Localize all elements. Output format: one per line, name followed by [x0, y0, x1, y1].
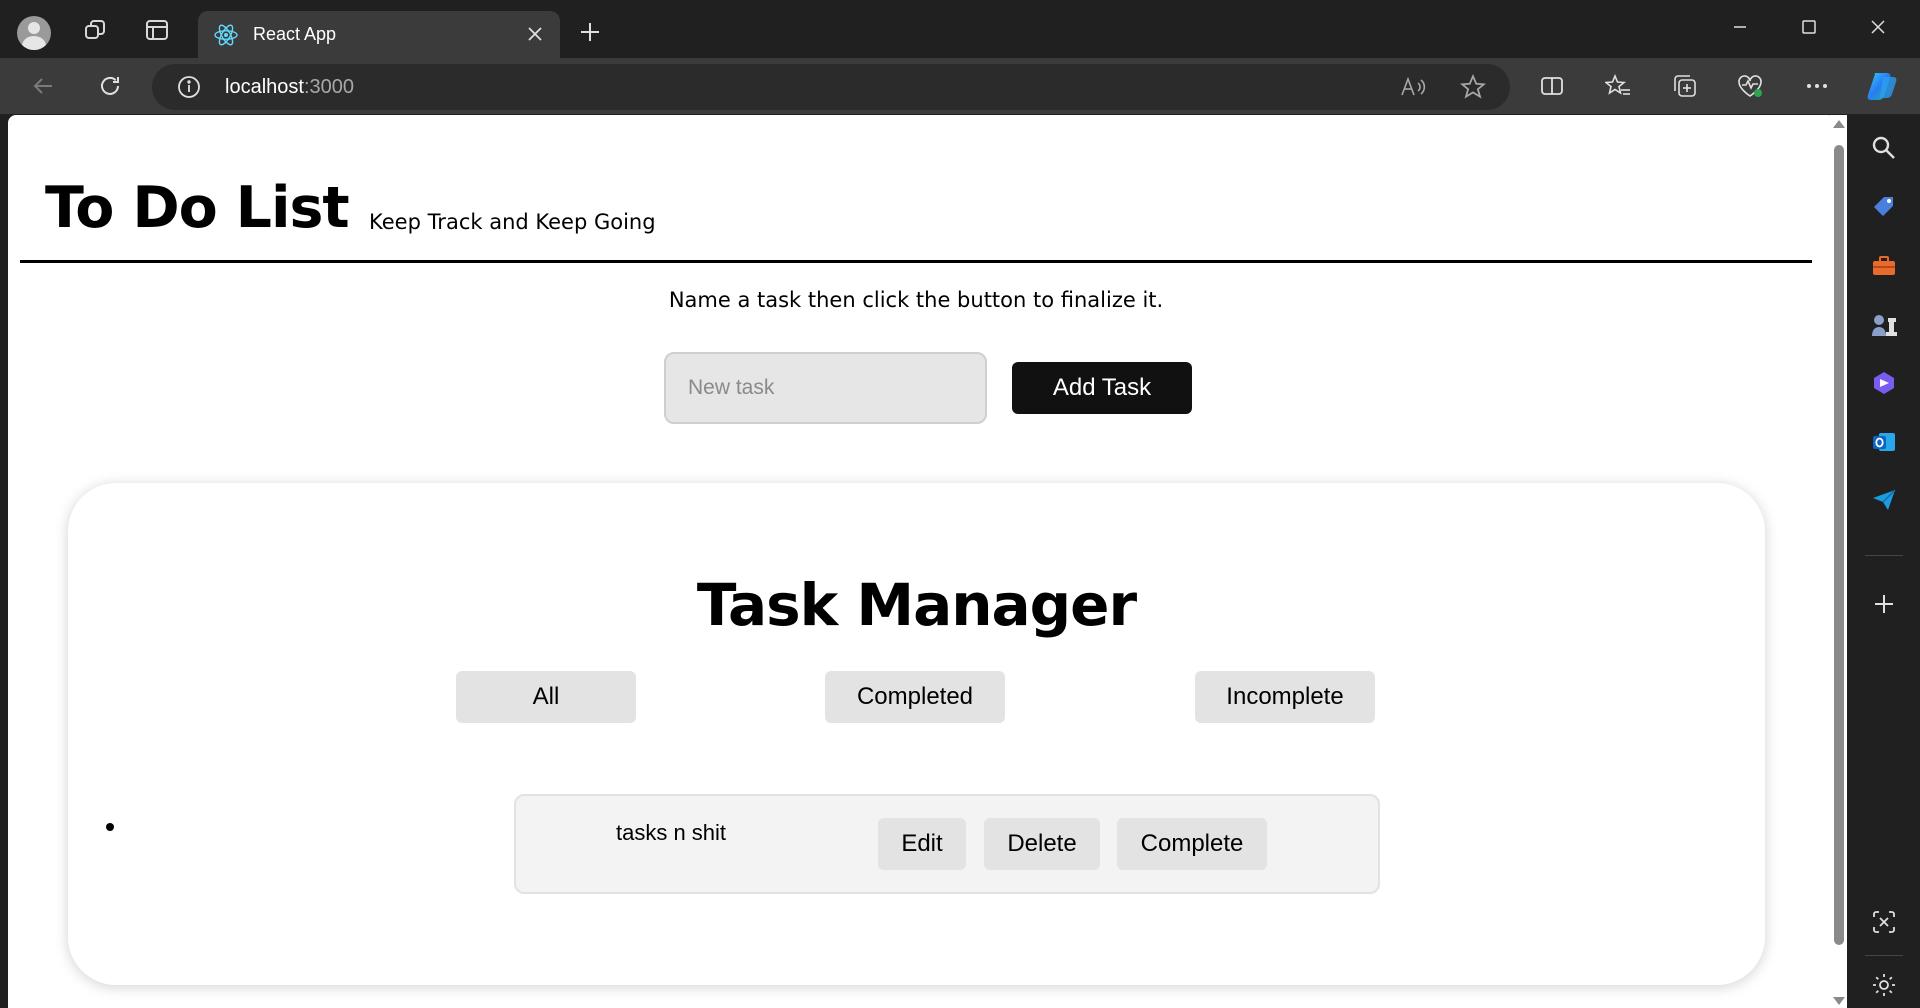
browser-tab-bar: React App [0, 0, 1920, 58]
tab-title: React App [253, 24, 337, 44]
new-tab-icon[interactable] [575, 17, 605, 47]
screenshot-icon[interactable] [1869, 907, 1899, 937]
minimize-icon[interactable] [1720, 12, 1760, 42]
complete-task-button[interactable]: Complete [1117, 818, 1267, 870]
tab-actions-icon[interactable] [142, 15, 172, 45]
sidebar-divider-bottom [1865, 955, 1903, 956]
favorites-icon[interactable] [1601, 69, 1635, 103]
add-sidebar-app-icon[interactable] [1869, 589, 1899, 619]
page-scrollbar[interactable] [1830, 115, 1847, 1008]
outlook-icon[interactable] [1869, 427, 1899, 457]
list-bullet [106, 823, 114, 831]
browser-sidebar [1847, 114, 1920, 1008]
address-bar[interactable]: localhost:3000 [152, 64, 1510, 110]
scroll-down-arrow-icon[interactable] [1833, 997, 1845, 1005]
maximize-icon[interactable] [1789, 12, 1829, 42]
sidebar-divider [1865, 555, 1903, 556]
filter-incomplete-button[interactable]: Incomplete [1195, 671, 1375, 723]
copilot-designer-icon[interactable] [1869, 368, 1899, 398]
delete-task-button[interactable]: Delete [984, 818, 1100, 870]
instructions-text: Name a task then click the button to fin… [668, 288, 1164, 312]
filter-all-button[interactable]: All [456, 671, 636, 723]
url-host: localhost [225, 76, 304, 98]
task-manager-title: Task Manager [696, 571, 1137, 639]
scroll-up-arrow-icon[interactable] [1833, 120, 1845, 128]
star-icon[interactable] [1459, 73, 1487, 105]
add-task-button[interactable]: Add Task [1012, 362, 1192, 414]
page-subtitle: Keep Track and Keep Going [369, 210, 656, 234]
task-text: tasks n shit [616, 820, 727, 845]
workspaces-icon[interactable] [80, 15, 110, 45]
split-screen-icon[interactable] [1535, 69, 1569, 103]
tab-react-app[interactable]: React App [198, 11, 560, 58]
back-arrow-icon[interactable] [26, 69, 60, 103]
profile-avatar-icon[interactable] [17, 16, 51, 50]
filter-completed-button[interactable]: Completed [825, 671, 1005, 723]
settings-gear-icon[interactable] [1869, 970, 1899, 1000]
more-icon[interactable] [1800, 69, 1834, 103]
react-logo-icon [214, 23, 238, 47]
url-port: :3000 [303, 76, 354, 98]
task-list-item: tasks n shit Edit Delete Complete [514, 794, 1380, 894]
tab-close-icon[interactable] [522, 21, 548, 47]
page-title: To Do List [45, 175, 350, 241]
collections-icon[interactable] [1668, 69, 1702, 103]
edit-task-button[interactable]: Edit [878, 818, 966, 870]
scroll-thumb[interactable] [1834, 145, 1844, 945]
header-divider [20, 260, 1812, 263]
info-icon[interactable] [177, 75, 201, 104]
browser-essentials-icon[interactable] [1733, 69, 1767, 103]
read-aloud-icon[interactable] [1400, 75, 1426, 104]
url-text: localhost:3000 [225, 76, 354, 99]
page-viewport: To Do List Keep Track and Keep Going Nam… [8, 115, 1836, 1008]
tools-icon[interactable] [1869, 251, 1899, 281]
close-window-icon[interactable] [1858, 12, 1898, 42]
copilot-icon[interactable] [1862, 66, 1902, 106]
task-manager-card: Task Manager All Completed Incomplete [68, 483, 1765, 985]
refresh-icon[interactable] [93, 69, 127, 103]
send-icon[interactable] [1869, 485, 1899, 515]
games-icon[interactable] [1869, 310, 1899, 340]
new-task-input[interactable] [664, 352, 987, 424]
search-icon[interactable] [1869, 133, 1899, 163]
shopping-tag-icon[interactable] [1869, 191, 1899, 221]
browser-toolbar: localhost:3000 [0, 58, 1920, 114]
